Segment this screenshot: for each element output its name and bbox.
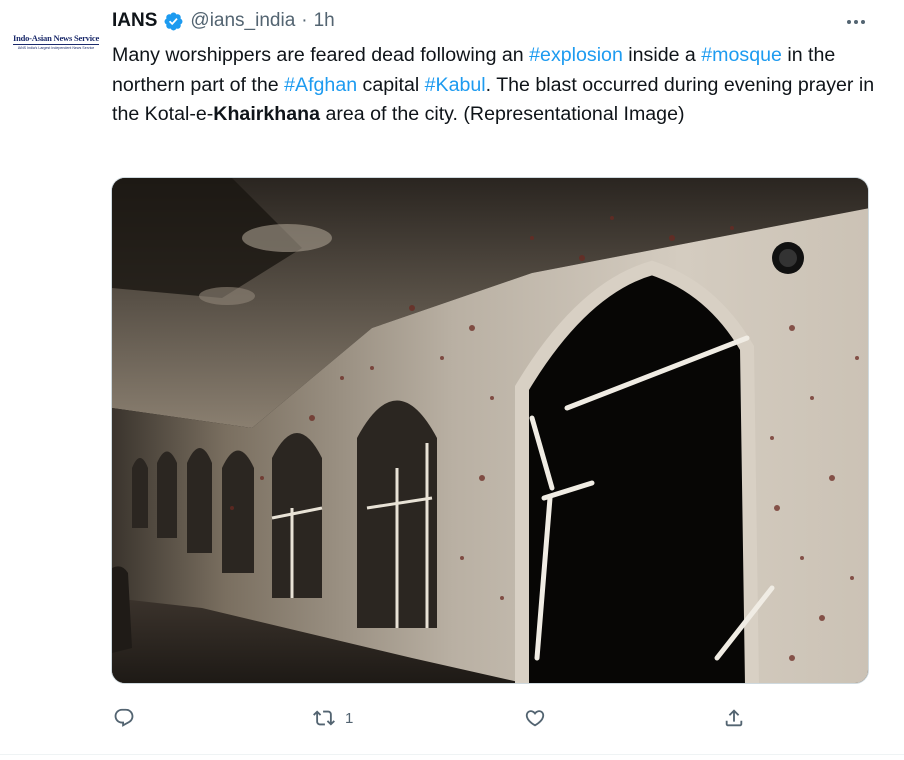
tweet-text-segment: inside a (622, 44, 702, 66)
more-horizontal-icon (847, 20, 851, 24)
avatar[interactable]: Indo-Asian News Service IANS India's Lar… (12, 24, 100, 58)
more-options-button[interactable] (842, 14, 870, 30)
heart-icon (525, 710, 545, 727)
author-handle[interactable]: @ians_india (190, 10, 295, 32)
tweet-divider (0, 754, 904, 755)
mosque-interior-photo (112, 178, 868, 683)
retweet-icon (313, 710, 335, 726)
reply-button[interactable] (113, 703, 145, 733)
separator-dot: · (301, 10, 308, 31)
tweet-text: Many worshippers are feared dead followi… (112, 41, 882, 130)
author-name[interactable]: IANS (112, 10, 157, 32)
tweet[interactable]: Indo-Asian News Service IANS India's Lar… (0, 0, 904, 760)
retweet-button[interactable]: 1 (313, 703, 353, 733)
reply-icon (114, 708, 134, 727)
tweet-text-segment: capital (357, 73, 425, 96)
tweet-text-segment: Many worshippers are feared dead followi… (112, 44, 530, 66)
verified-badge-icon (164, 12, 183, 30)
tweet-text-segment: area of the city. (Representational Imag… (320, 103, 685, 125)
hashtag-mosque[interactable]: #mosque (701, 44, 782, 66)
hashtag-explosion[interactable]: #explosion (529, 44, 623, 66)
tweet-header: IANS @ians_india · 1h (112, 9, 335, 33)
retweet-count: 1 (345, 709, 354, 727)
tweet-text-bold: Khairkhana (213, 103, 321, 125)
avatar-logo-text: Indo-Asian News Service (12, 32, 100, 45)
share-icon (725, 709, 743, 727)
hashtag-afghan[interactable]: #Afghan (284, 74, 357, 96)
tweet-media-photo[interactable] (111, 177, 869, 684)
avatar-logo-subtext: IANS India's Largest Independent News Se… (17, 45, 95, 50)
hashtag-kabul[interactable]: #Kabul (425, 74, 486, 96)
like-button[interactable] (524, 703, 556, 733)
share-button[interactable] (723, 703, 755, 733)
tweet-actions: 1 (0, 703, 904, 733)
tweet-timestamp[interactable]: 1h (314, 10, 335, 32)
